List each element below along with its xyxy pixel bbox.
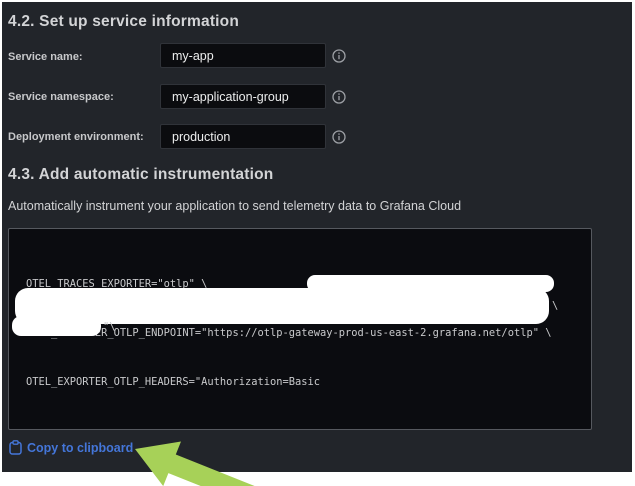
code-line: [26, 422, 585, 430]
redaction-blob: [12, 316, 101, 336]
code-line: OTEL_EXPORTER_OTLP_HEADERS="Authorizatio…: [26, 374, 585, 390]
copy-to-clipboard-label: Copy to clipboard: [27, 441, 133, 455]
service-namespace-label: Service namespace:: [8, 91, 114, 103]
deployment-environment-label: Deployment environment:: [8, 131, 144, 143]
info-icon[interactable]: [332, 49, 346, 63]
info-icon[interactable]: [332, 90, 346, 104]
copy-to-clipboard-button[interactable]: Copy to clipboard: [9, 440, 133, 455]
service-name-input[interactable]: [160, 43, 326, 68]
info-icon[interactable]: [332, 130, 346, 144]
service-namespace-input[interactable]: [160, 84, 326, 109]
clipboard-icon: [9, 440, 22, 455]
grafana-setup-screenshot: 4.2. Set up service information Service …: [0, 0, 635, 486]
section-heading-instrumentation: 4.3. Add automatic instrumentation: [8, 166, 273, 184]
instrumentation-description: Automatically instrument your applicatio…: [8, 199, 461, 213]
code-lines: OTEL_TRACES_EXPORTER="otlp" \ OTEL_EXPOR…: [26, 244, 585, 430]
service-name-label: Service name:: [8, 51, 83, 63]
redacted-line-fragment: \: [552, 300, 558, 312]
section-heading-service-info: 4.2. Set up service information: [8, 13, 239, 31]
deployment-environment-input[interactable]: [160, 124, 326, 149]
redacted-line-fragment: "\: [103, 321, 116, 333]
